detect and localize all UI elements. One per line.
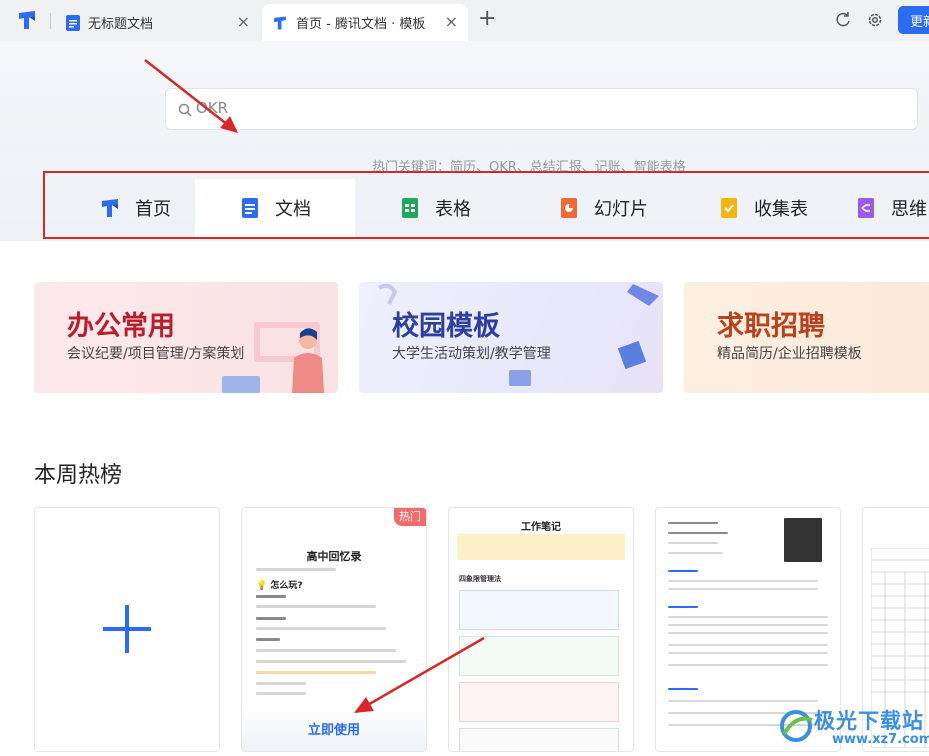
category-label: 文档 (275, 199, 311, 220)
section-title: 本周热榜 (34, 463, 123, 488)
banner-campus[interactable]: 校园模板 大学生活动策划/教学管理 (359, 282, 663, 393)
tab-templates-home[interactable]: 首页 - 腾讯文档 · 模板 × (262, 4, 468, 41)
banner-subtitle: 会议纪要/项目管理/方案策划 (67, 346, 245, 362)
category-slides[interactable]: 幻灯片 (523, 179, 683, 237)
template-question: 💡 怎么玩? (256, 581, 303, 591)
doc-icon (242, 198, 258, 218)
watermark-url: www.xz7.com (832, 732, 929, 747)
office-worker-illustration-icon (222, 322, 324, 393)
close-icon[interactable]: × (445, 14, 458, 30)
new-blank-doc-card[interactable] (34, 507, 220, 752)
category-label: 表格 (435, 199, 471, 220)
category-mindmap[interactable]: 思维 (835, 179, 929, 237)
update-button[interactable]: 更新 (898, 6, 929, 34)
template-card-memoir[interactable]: 热门 高中回忆录 💡 怎么玩? 立即使用 (241, 507, 427, 752)
mindmap-icon (858, 198, 874, 218)
browser-tab-bar: 无标题文档 × 首页 - 腾讯文档 · 模板 × + 更新 (0, 0, 929, 41)
category-form[interactable]: 收集表 (683, 179, 843, 237)
search-input[interactable] (196, 99, 696, 117)
close-icon[interactable]: × (237, 14, 250, 30)
tab-title: 无标题文档 (88, 17, 154, 32)
category-nav: 首页 文档 表格 幻灯片 收集表 思维 (43, 171, 929, 239)
plus-icon (103, 605, 151, 653)
use-template-button[interactable]: 立即使用 (242, 707, 426, 751)
tencent-docs-logo-icon[interactable] (16, 9, 38, 31)
banner-subtitle: 精品简历/企业招聘模板 (717, 346, 862, 362)
tab-untitled-doc[interactable]: 无标题文档 × (56, 4, 260, 41)
category-label: 幻灯片 (594, 199, 648, 220)
template-card-work-notes[interactable]: 工作笔记 四象限管理法 (448, 507, 634, 752)
category-sheet[interactable]: 表格 (355, 179, 515, 237)
tab-title: 首页 - 腾讯文档 · 模板 (296, 17, 426, 32)
form-icon (721, 198, 737, 218)
banner-jobs[interactable]: 求职招聘 精品简历/企业招聘模板 (684, 282, 929, 393)
tab-separator (50, 13, 51, 29)
category-doc[interactable]: 文档 (195, 179, 355, 237)
new-tab-plus-icon[interactable]: + (478, 8, 496, 30)
campus-illustration-icon (377, 283, 659, 386)
template-subtitle: 四象限管理法 (459, 575, 501, 583)
gear-icon[interactable] (866, 11, 884, 29)
sheet-icon (402, 198, 418, 218)
template-title: 工作笔记 (521, 522, 561, 533)
banner-title: 求职招聘 (717, 311, 825, 342)
tencent-docs-icon (102, 199, 118, 217)
category-label: 思维 (891, 199, 927, 220)
banner-title: 办公常用 (67, 311, 175, 342)
category-home[interactable]: 首页 (55, 179, 215, 237)
category-label: 收集表 (754, 199, 808, 220)
refresh-icon[interactable] (834, 11, 852, 29)
template-title: 高中回忆录 (306, 550, 362, 563)
banner-office[interactable]: 办公常用 会议纪要/项目管理/方案策划 (34, 282, 338, 393)
hot-badge: 热门 (394, 508, 426, 526)
tencent-docs-icon (274, 15, 286, 30)
search-icon (178, 103, 192, 117)
category-label: 首页 (135, 199, 171, 220)
note-highlight (457, 534, 625, 560)
slides-icon (561, 198, 577, 218)
resume-photo (784, 518, 822, 562)
doc-icon (66, 14, 80, 31)
watermark-text: 极光下载站 (814, 709, 924, 733)
template-search-box[interactable] (165, 88, 918, 130)
